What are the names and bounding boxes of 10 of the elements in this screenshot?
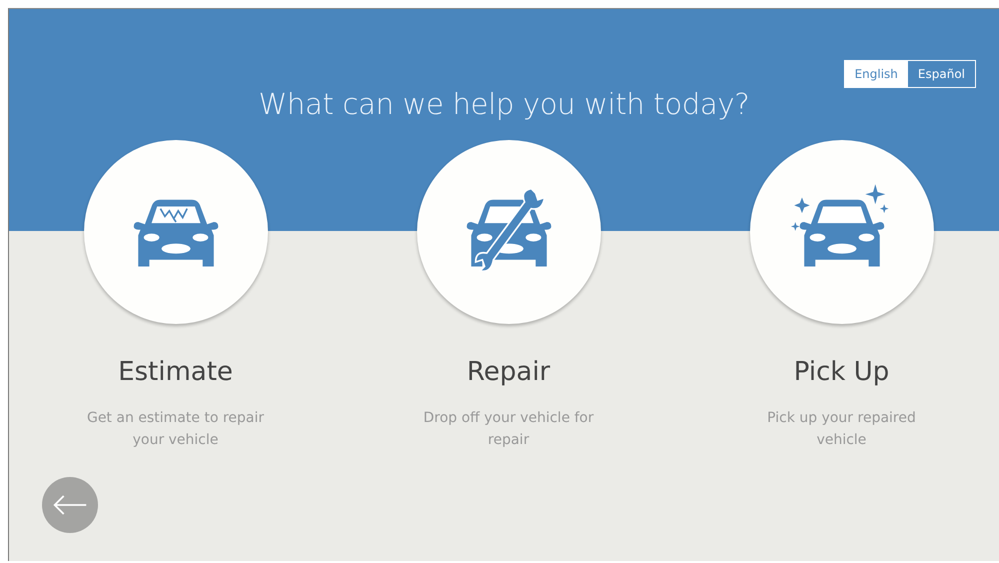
language-tab[interactable]: Español [908, 61, 975, 87]
option-description: Drop off your vehicle for repair [422, 409, 595, 450]
back-arrow-icon [52, 494, 88, 516]
language-tab[interactable]: English [844, 61, 908, 87]
page-heading: What can we help you with today? [258, 87, 750, 121]
option-description: Get an estimate to repair your vehicle [86, 409, 266, 450]
option-description: Pick up your repaired vehicle [766, 409, 917, 450]
option-title: Estimate [118, 357, 233, 387]
option-title: Pick Up [794, 357, 890, 387]
option-title: Repair [466, 357, 550, 387]
